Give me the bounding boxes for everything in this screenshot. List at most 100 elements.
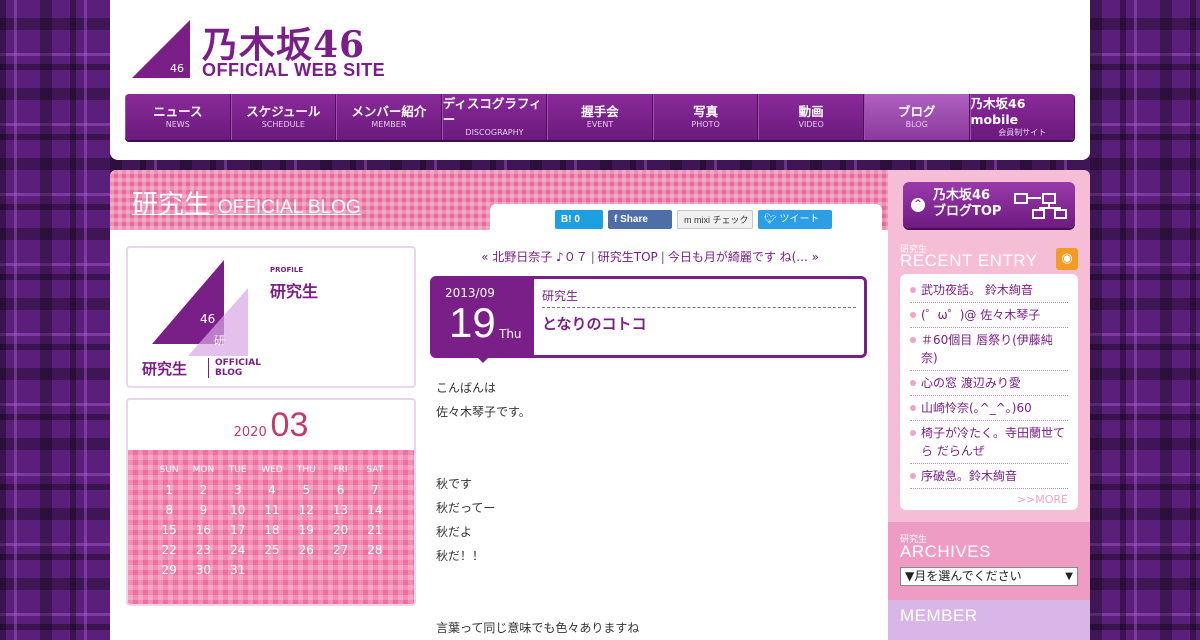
next-post-link[interactable]: 今日も月が綺麗です ね(... » — [668, 250, 819, 264]
nav-item-schedule[interactable]: スケジュール SCHEDULE — [230, 94, 337, 140]
hatena-bookmark-button[interactable]: B! 0 — [555, 210, 603, 229]
recent-entry-link[interactable]: (゜ω゜)@ 佐々木琴子 — [910, 305, 1068, 328]
blog-top-line2: ブログTOP — [933, 204, 1002, 219]
calendar-day[interactable]: 20 — [323, 523, 357, 537]
calendar-day[interactable]: 21 — [358, 523, 392, 537]
calendar-day[interactable]: 23 — [186, 543, 220, 557]
sitemap-icon — [1014, 193, 1067, 219]
post-body: こんばんは 佐々木琴子です。 秋です 秋だってー 秋だよ 秋だ！！ 言葉って同じ意味でも色々… — [436, 376, 866, 640]
calendar-day[interactable]: 10 — [221, 503, 255, 517]
nav-item-discography[interactable]: ディスコグラフィー DISCOGRAPHY — [441, 94, 548, 140]
calendar-day[interactable]: 29 — [152, 563, 186, 577]
calendar-day[interactable]: 2 — [186, 483, 220, 497]
blog-title-en: OFFICIAL BLOG — [217, 197, 361, 218]
calendar-day[interactable]: 27 — [323, 543, 357, 557]
blog-title-jp: 研究生 — [132, 190, 211, 220]
profile-logo-en-1: OFFICIAL — [215, 358, 261, 368]
post-navigation: « 北野日奈子 ♪０７ | 研究生TOP | 今日も月が綺麗です ね(... » — [430, 248, 870, 265]
site-logo[interactable]: 46 乃木坂46 OFFICIAL WEB SITE — [132, 18, 402, 80]
recent-entry-list: 武功夜話。 鈴木絢音 (゜ω゜)@ 佐々木琴子 ＃60個目 唇祭り(伊藤純奈) 心の窓… — [900, 274, 1078, 510]
calendar-day[interactable]: 12 — [289, 503, 323, 517]
nav-label-en: BLOG — [905, 120, 928, 129]
calendar-day[interactable]: 1 — [152, 483, 186, 497]
calendar-day[interactable]: 17 — [221, 523, 255, 537]
calendar-day[interactable]: 8 — [152, 503, 186, 517]
blog-top-line1: 乃木坂46 — [933, 188, 991, 203]
blog-top-link[interactable]: 研究生TOP — [598, 250, 658, 264]
sidebar: ^ 乃木坂46 ブログTOP 研究生 RECENT ENTRY ◉ 武功夜話。 鈴… — [888, 170, 1090, 640]
site-header: 46 乃木坂46 OFFICIAL WEB SITE ニュース NEWS スケジュー… — [110, 0, 1090, 160]
post-title[interactable]: となりのコトコ — [542, 313, 647, 334]
recent-entry-link[interactable]: ＃60個目 唇祭り(伊藤純奈) — [910, 330, 1068, 371]
calendar-week-row: 22 23 24 25 26 27 28 — [152, 540, 392, 560]
calendar-day[interactable]: 7 — [358, 483, 392, 497]
recent-entry-link[interactable]: 心の窓 渡辺みり愛 — [910, 373, 1068, 396]
prev-post-link[interactable]: « 北野日奈子 ♪０７ — [481, 250, 588, 264]
archives-month-select[interactable]: ▼月を選んでください ▼ — [900, 567, 1078, 586]
nav-item-member[interactable]: メンバー紹介 MEMBER — [336, 94, 442, 140]
calendar-week-row: 8 9 10 11 12 13 14 — [152, 500, 392, 520]
recent-entry-link[interactable]: 山崎怜奈(｡^_^｡)60 — [910, 398, 1068, 421]
nav-label-jp: 動画 — [798, 104, 824, 119]
calendar-day[interactable]: 28 — [358, 543, 392, 557]
post-line: 佐々木琴子です。 — [436, 405, 531, 419]
calendar-day[interactable]: 16 — [186, 523, 220, 537]
recent-items: 武功夜話。 鈴木絢音 (゜ω゜)@ 佐々木琴子 ＃60個目 唇祭り(伊藤純奈) 心の窓… — [910, 280, 1068, 489]
calendar-day[interactable]: 24 — [221, 543, 255, 557]
nav-label-en: PHOTO — [691, 120, 720, 129]
nav-item-video[interactable]: 動画 VIDEO — [758, 94, 864, 140]
blog-top-label: 乃木坂46 ブログTOP — [933, 188, 1001, 220]
post-line: こんばんは — [436, 381, 497, 395]
calendar-day[interactable]: 11 — [255, 503, 289, 517]
calendar-day[interactable]: 14 — [358, 503, 392, 517]
nav-item-news[interactable]: ニュース NEWS — [125, 94, 231, 140]
calendar-weekday: MON — [192, 465, 215, 475]
mixi-check-button[interactable]: m mixi チェック — [677, 210, 753, 229]
post-line: 秋です — [436, 477, 473, 491]
archives-select-value: ▼月を選んでください — [905, 569, 1022, 583]
date-pointer — [475, 355, 491, 363]
calendar-day[interactable]: 31 — [221, 563, 255, 577]
nav-label-jp: ブログ — [897, 104, 936, 119]
nav-item-blog[interactable]: ブログ BLOG — [863, 94, 970, 140]
facebook-share-button[interactable]: f Share — [608, 210, 672, 229]
calendar-day[interactable]: 3 — [221, 483, 255, 497]
calendar-day[interactable]: 13 — [323, 503, 357, 517]
nav-item--[interactable]: 乃木坂46 mobile 会員制サイト — [969, 94, 1075, 140]
nav-label-en: MEMBER — [371, 120, 407, 129]
blog-top-button[interactable]: ^ 乃木坂46 ブログTOP — [903, 182, 1075, 228]
calendar-year: 2020 — [233, 425, 267, 440]
main-content: 研究生 OFFICIAL BLOG B! 0 f Share m mixi チェ… — [110, 170, 890, 640]
calendar-day[interactable]: 18 — [255, 523, 289, 537]
calendar-day[interactable]: 19 — [289, 523, 323, 537]
calendar-weekday-row: SUN MON TUE WED THU FRI SAT — [152, 460, 392, 480]
post-header: 2013/09 19 Thu 研究生 となりのコトコ — [430, 276, 867, 363]
archives-section: 研究生 ARCHIVES ▼月を選んでください ▼ — [888, 522, 1090, 600]
logo-badge: 46 — [170, 62, 184, 75]
calendar-weekday: FRI — [333, 465, 348, 475]
profile-logo-jp: 研究生 — [142, 360, 188, 378]
rss-icon[interactable]: ◉ — [1056, 248, 1078, 270]
calendar-day[interactable]: 5 — [289, 483, 323, 497]
recent-entry-link[interactable]: 椅子が冷たく。寺田蘭世てら だらんぜ — [910, 423, 1068, 464]
more-link[interactable]: >>MORE — [910, 493, 1068, 506]
nav-item-event[interactable]: 握手会 EVENT — [547, 94, 653, 140]
calendar-day[interactable]: 30 — [186, 563, 220, 577]
blog-title-link[interactable]: 研究生 OFFICIAL BLOG — [132, 184, 361, 221]
calendar-day[interactable]: 15 — [152, 523, 186, 537]
calendar-day[interactable]: 26 — [289, 543, 323, 557]
tweet-button[interactable]: 🐦︎ ツイート — [758, 210, 832, 229]
nav-label-en: DISCOGRAPHY — [465, 128, 524, 137]
calendar-day[interactable]: 9 — [186, 503, 220, 517]
calendar-day[interactable]: 4 — [255, 483, 289, 497]
calendar-month: 03 — [270, 406, 309, 444]
recent-entry-link[interactable]: 武功夜話。 鈴木絢音 — [910, 280, 1068, 303]
calendar-day[interactable]: 22 — [152, 543, 186, 557]
recent-entry-link[interactable]: 序破急。鈴木絢音 — [910, 466, 1068, 489]
nav-item-photo[interactable]: 写真 PHOTO — [652, 94, 759, 140]
calendar-day[interactable]: 25 — [255, 543, 289, 557]
tweet-label: ツイート — [779, 214, 820, 225]
blog-header-band: 研究生 OFFICIAL BLOG B! 0 f Share m mixi チェ… — [110, 170, 890, 230]
calendar-day[interactable]: 6 — [323, 483, 357, 497]
calendar-weekday: THU — [296, 465, 316, 475]
